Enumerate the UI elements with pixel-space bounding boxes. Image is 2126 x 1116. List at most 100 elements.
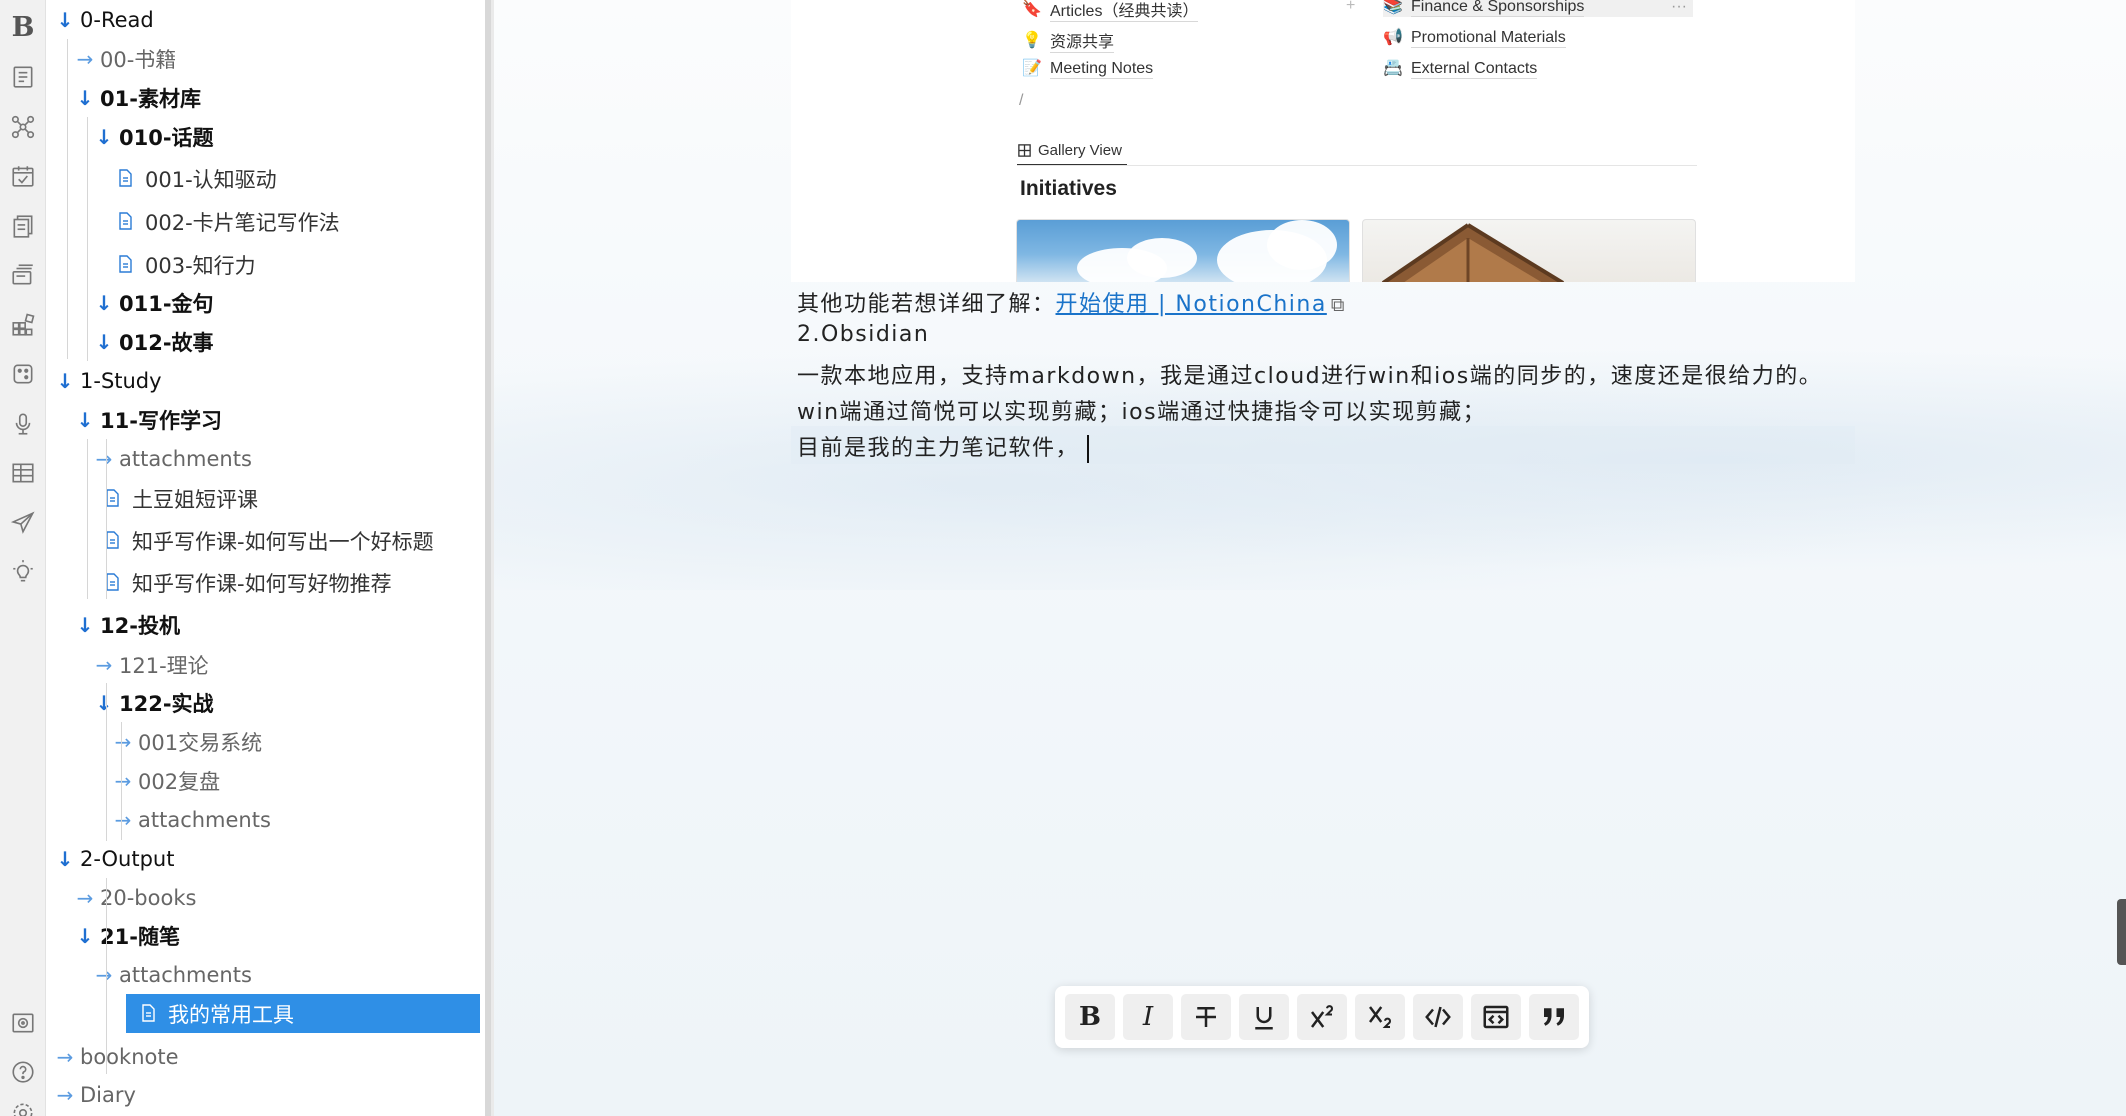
arrow-down-icon[interactable]: ↓ <box>54 847 76 871</box>
embed-add-icon[interactable]: + <box>1346 0 1355 15</box>
embed-item-label: Promotional Materials <box>1411 28 1566 48</box>
subscript-icon[interactable] <box>1355 994 1405 1040</box>
tree-folder[interactable]: ↓ 11-写作学习 <box>46 400 480 439</box>
memo-icon: 📝 <box>1022 60 1042 77</box>
embed-item-external-contacts[interactable]: 📇 External Contacts <box>1383 59 1538 79</box>
tree-folder[interactable]: ↓ 012-故事 <box>46 322 480 361</box>
tree-folder[interactable]: ↓ 122-实战 <box>46 683 480 722</box>
text-caret <box>1087 435 1090 463</box>
right-sidebar-handle[interactable] <box>2117 899 2126 965</box>
send-icon[interactable] <box>8 508 38 538</box>
tree-folder[interactable]: ↓ 0-Read <box>46 0 480 39</box>
tree-file[interactable]: 知乎写作课-如何写好物推荐 <box>46 563 480 602</box>
embed-item-label: External Contacts <box>1411 59 1538 79</box>
lightbulb-icon[interactable] <box>8 557 38 587</box>
calendar-icon[interactable] <box>8 161 38 191</box>
tree-folder[interactable]: ↓ 2-Output <box>46 839 480 878</box>
tree-item-label: 0-Read <box>80 7 154 32</box>
tree-folder[interactable]: → booknote <box>46 1037 480 1076</box>
tree-folder[interactable]: ↓ 1-Study <box>46 361 480 400</box>
tree-folder[interactable]: ↓ 011-金句 <box>46 283 480 322</box>
tree-folder[interactable]: → attachments <box>46 439 480 478</box>
help-icon[interactable] <box>8 1057 38 1087</box>
arrow-right-icon[interactable]: → <box>54 1045 76 1069</box>
table-icon[interactable] <box>8 458 38 488</box>
tab-gallery-view[interactable]: Gallery View <box>1017 136 1127 166</box>
embed-item-meeting-notes[interactable]: 📝 Meeting Notes <box>1022 59 1154 79</box>
cards-icon[interactable] <box>8 260 38 290</box>
embed-item-finance[interactable]: 📚 Finance & Sponsorships ··· <box>1383 0 1693 17</box>
strikethrough-icon[interactable] <box>1181 994 1231 1040</box>
tree-folder[interactable]: ↓ 21-随笔 <box>46 916 480 955</box>
notionchina-link[interactable]: 开始使用 | NotionChina <box>1056 292 1327 317</box>
plugins-icon[interactable] <box>8 310 38 340</box>
external-link-icon[interactable]: ⧉ <box>1331 294 1346 316</box>
settings-icon[interactable] <box>8 1098 38 1116</box>
books-icon: 📚 <box>1383 0 1403 15</box>
app-logo[interactable]: B <box>8 12 38 43</box>
arrow-down-icon[interactable]: ↓ <box>93 691 115 715</box>
tree-item-label: 00-书籍 <box>100 47 177 72</box>
more-icon[interactable]: ··· <box>1671 0 1687 16</box>
tree-file[interactable]: 知乎写作课-如何写出一个好标题 <box>46 521 480 560</box>
arrow-right-icon[interactable]: → <box>93 653 115 677</box>
arrow-down-icon[interactable]: ↓ <box>74 924 96 948</box>
embed-item-promotional[interactable]: 📢 Promotional Materials <box>1383 28 1566 48</box>
doc-line-3[interactable]: 一款本地应用，支持markdown，我是通过cloud进行win和ios端的同步… <box>797 358 1822 390</box>
quote-icon[interactable] <box>1529 994 1579 1040</box>
arrow-down-icon[interactable]: ↓ <box>93 330 115 354</box>
tree-folder[interactable]: → 002复盘 <box>46 761 480 800</box>
doc-line-2[interactable]: 2.Obsidian <box>797 322 929 347</box>
arrow-right-icon[interactable]: → <box>112 730 134 754</box>
arrow-right-icon[interactable]: → <box>93 447 115 471</box>
graph-icon[interactable] <box>8 112 38 142</box>
tree-folder[interactable]: → attachments <box>46 955 480 994</box>
superscript-icon[interactable] <box>1297 994 1347 1040</box>
arrow-down-icon[interactable]: ↓ <box>54 8 76 32</box>
arrow-down-icon[interactable]: ↓ <box>74 613 96 637</box>
arrow-down-icon[interactable]: ↓ <box>74 408 96 432</box>
tree-folder[interactable]: → 121-理论 <box>46 645 480 684</box>
arrow-down-icon[interactable]: ↓ <box>54 369 76 393</box>
doc-line-1[interactable]: 其他功能若想详细了解：开始使用 | NotionChina ⧉ <box>797 286 1346 318</box>
arrow-right-icon[interactable]: → <box>74 886 96 910</box>
arrow-right-icon[interactable]: → <box>93 963 115 987</box>
tree-folder[interactable]: → 20-books <box>46 878 480 917</box>
italic-icon[interactable]: I <box>1123 994 1173 1040</box>
tree-file[interactable]: 002-卡片笔记写作法 <box>46 202 480 241</box>
gallery-card-sky-image[interactable] <box>1016 219 1350 282</box>
microphone-icon[interactable] <box>8 409 38 439</box>
inline-code-icon[interactable] <box>1413 994 1463 1040</box>
doc-line-4[interactable]: win端通过简悦可以实现剪藏；ios端通过快捷指令可以实现剪藏； <box>797 394 1486 426</box>
vault-icon[interactable] <box>8 1008 38 1038</box>
tree-file[interactable]: 我的常用工具 <box>126 994 480 1033</box>
arrow-down-icon[interactable]: ↓ <box>93 125 115 149</box>
tree-file[interactable]: 土豆姐短评课 <box>46 479 480 518</box>
arrow-right-icon[interactable]: → <box>54 1083 76 1107</box>
tree-folder[interactable]: ↓ 01-素材库 <box>46 78 480 117</box>
outline-icon[interactable] <box>8 62 38 92</box>
tree-folder[interactable]: → attachments <box>46 800 480 839</box>
arrow-down-icon[interactable]: ↓ <box>74 86 96 110</box>
tree-folder[interactable]: → Diary <box>46 1075 480 1114</box>
gallery-card-house-image[interactable] <box>1362 219 1696 282</box>
arrow-right-icon[interactable]: → <box>112 769 134 793</box>
tree-folder[interactable]: ↓ 12-投机 <box>46 605 480 644</box>
notes-icon[interactable] <box>8 211 38 241</box>
embed-item-articles[interactable]: 🔖 Articles（经典共读） <box>1022 0 1199 22</box>
code-block-icon[interactable] <box>1471 994 1521 1040</box>
arrow-right-icon[interactable]: → <box>112 808 134 832</box>
doc-line-5[interactable]: 目前是我的主力笔记软件， <box>797 430 1090 463</box>
tree-folder[interactable]: → 00-书籍 <box>46 39 480 78</box>
arrow-down-icon[interactable]: ↓ <box>93 291 115 315</box>
tree-file[interactable]: 003-知行力 <box>46 245 480 284</box>
tree-file[interactable]: 001-认知驱动 <box>46 159 480 198</box>
embed-item-resources[interactable]: 💡 资源共享 <box>1022 28 1115 53</box>
bulb-icon: 💡 <box>1022 31 1042 49</box>
tree-folder[interactable]: ↓ 010-话题 <box>46 117 480 156</box>
dice-icon[interactable] <box>8 359 38 389</box>
bold-icon[interactable]: B <box>1065 994 1115 1040</box>
underline-icon[interactable] <box>1239 994 1289 1040</box>
arrow-right-icon[interactable]: → <box>74 47 96 71</box>
tree-folder[interactable]: → 001交易系统 <box>46 722 480 761</box>
